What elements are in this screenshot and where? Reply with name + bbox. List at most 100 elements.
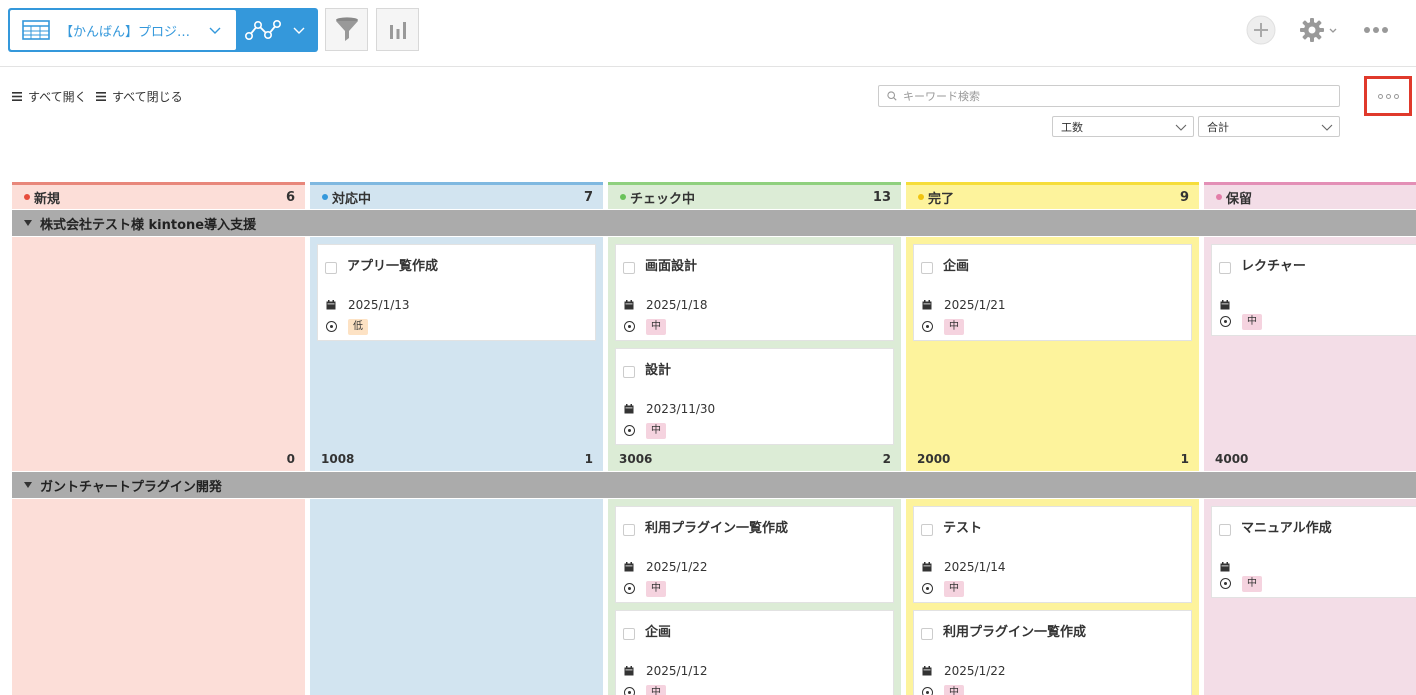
priority-icon	[922, 687, 933, 695]
column-header-done: 完了 9	[906, 182, 1199, 209]
collapse-triangle-icon[interactable]	[24, 482, 32, 488]
collapse-all-button[interactable]: すべて閉じる	[96, 88, 183, 105]
kanban-card[interactable]: 利用プラグイン一覧作成 2025/1/22 中	[615, 506, 894, 603]
dot-icon	[1385, 93, 1391, 99]
card-checkbox[interactable]	[1219, 524, 1231, 536]
field-select-value: 工数	[1061, 120, 1083, 134]
calendar-icon	[922, 562, 932, 572]
cell-sum: 4000	[1215, 452, 1249, 466]
chevron-down-icon	[209, 27, 221, 34]
card-date: 2025/1/12	[646, 664, 708, 678]
card-title: 設計	[645, 363, 672, 378]
graph-button[interactable]	[376, 8, 419, 51]
expand-all-button[interactable]: すべて開く	[12, 88, 87, 105]
card-title: マニュアル作成	[1241, 521, 1332, 536]
board-cell: テスト 2025/1/14 中 利用プラグイン一覧作成 2025/1/22 中	[906, 499, 1199, 695]
column-label: チェック中	[630, 191, 696, 207]
cell-count: 1	[584, 452, 593, 466]
kanban-card[interactable]: マニュアル作成 中	[1211, 506, 1416, 598]
keyword-search[interactable]	[878, 85, 1340, 107]
card-title: テスト	[943, 521, 983, 536]
cell-sum: 1008	[321, 452, 355, 466]
aggregation-select[interactable]: 合計	[1198, 116, 1340, 137]
card-title: アプリ一覧作成	[347, 259, 439, 274]
add-record-button[interactable]	[1246, 15, 1276, 45]
chevron-down-icon[interactable]	[292, 23, 306, 37]
kanban-card[interactable]: テスト 2025/1/14 中	[913, 506, 1192, 603]
list-icon	[12, 92, 22, 101]
cell-footer: 0	[12, 447, 305, 471]
card-date: 2025/1/18	[646, 298, 708, 312]
view-selector[interactable]: 【かんばん】プロジェ…	[8, 8, 318, 52]
card-checkbox[interactable]	[623, 366, 635, 378]
priority-icon	[326, 321, 337, 332]
table-icon	[22, 20, 50, 40]
cell-sum: 3006	[619, 452, 653, 466]
group-header[interactable]: 株式会社テスト様 kintone導入支援	[12, 210, 1416, 236]
card-date: 2025/1/14	[944, 560, 1006, 574]
search-input[interactable]	[903, 89, 1323, 103]
board-cell: 利用プラグイン一覧作成 2025/1/22 中 企画 2025/1/12 中	[608, 499, 901, 695]
kanban-card[interactable]: レクチャー 中	[1211, 244, 1416, 336]
cell-count: 2	[882, 452, 891, 466]
board-cell	[310, 499, 603, 695]
card-title: 企画	[943, 259, 970, 274]
card-checkbox[interactable]	[921, 628, 933, 640]
priority-icon	[922, 583, 933, 594]
graph-view-icon[interactable]	[244, 17, 282, 43]
filter-button[interactable]	[325, 8, 368, 51]
kanban-card[interactable]: 利用プラグイン一覧作成 2025/1/22 中	[913, 610, 1192, 695]
kanban-card[interactable]: 企画 2025/1/21 中	[913, 244, 1192, 341]
card-checkbox[interactable]	[623, 628, 635, 640]
board-cell: アプリ一覧作成 2025/1/13 低 1008 1	[310, 237, 603, 471]
expand-all-label: すべて開く	[28, 90, 87, 104]
card-checkbox[interactable]	[623, 262, 635, 274]
board-settings-button[interactable]	[1364, 76, 1412, 116]
calendar-icon	[624, 300, 634, 310]
priority-icon	[624, 321, 635, 332]
card-checkbox[interactable]	[921, 262, 933, 274]
card-checkbox[interactable]	[623, 524, 635, 536]
calendar-icon	[922, 666, 932, 676]
column-count: 7	[583, 189, 593, 205]
view-dropdown[interactable]: 【かんばん】プロジェ…	[10, 10, 236, 50]
priority-badge: 中	[646, 319, 666, 335]
kanban-card[interactable]: アプリ一覧作成 2025/1/13 低	[317, 244, 596, 341]
collapse-triangle-icon[interactable]	[24, 220, 32, 226]
kanban-card[interactable]: 画面設計 2025/1/18 中	[615, 244, 894, 341]
card-checkbox[interactable]	[921, 524, 933, 536]
board-cell	[12, 499, 305, 695]
priority-icon	[922, 321, 933, 332]
search-icon	[887, 91, 897, 101]
more-options-button[interactable]	[1360, 22, 1392, 38]
kanban-card[interactable]: 企画 2025/1/12 中	[615, 610, 894, 695]
column-label: 完了	[928, 191, 955, 207]
card-checkbox[interactable]	[325, 262, 337, 274]
chevron-down-icon	[1329, 28, 1336, 33]
chevron-down-icon	[1321, 124, 1333, 131]
settings-button[interactable]	[1296, 16, 1340, 44]
calendar-icon	[624, 666, 634, 676]
cell-footer: 4000	[1204, 447, 1416, 471]
priority-badge: 中	[646, 423, 666, 439]
priority-icon	[1220, 578, 1231, 589]
calendar-icon	[624, 404, 634, 414]
column-label: 保留	[1226, 191, 1253, 207]
view-name: 【かんばん】プロジェ…	[60, 24, 200, 40]
board-cell: 画面設計 2025/1/18 中 設計 2023/11/30 中 3006 2	[608, 237, 901, 471]
status-dot-icon	[918, 194, 924, 200]
card-title: 利用プラグイン一覧作成	[645, 521, 789, 536]
column-label: 新規	[34, 191, 61, 207]
kanban-card[interactable]: 設計 2023/11/30 中	[615, 348, 894, 445]
board-cell: マニュアル作成 中	[1204, 499, 1416, 695]
cell-footer: 2000 1	[906, 447, 1199, 471]
card-date: 2025/1/21	[944, 298, 1006, 312]
group-header[interactable]: ガントチャートプラグイン開発	[12, 472, 1416, 498]
field-select[interactable]: 工数	[1052, 116, 1194, 137]
group-label: 株式会社テスト様 kintone導入支援	[40, 217, 257, 233]
card-checkbox[interactable]	[1219, 262, 1231, 274]
cell-footer: 1008 1	[310, 447, 603, 471]
calendar-icon	[1220, 562, 1230, 572]
column-count: 13	[872, 189, 891, 205]
cell-footer: 3006 2	[608, 447, 901, 471]
